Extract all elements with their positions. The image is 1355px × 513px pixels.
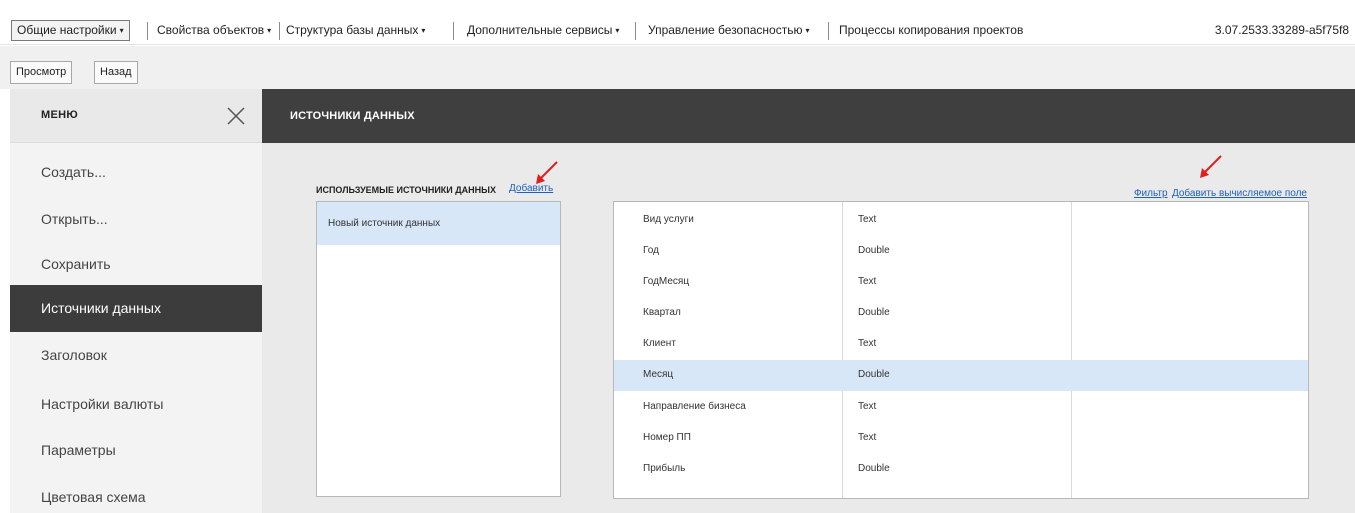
field-type: Text	[858, 401, 877, 412]
table-row[interactable]: Направление бизнеса Text	[614, 392, 1308, 423]
panel-header: ИСТОЧНИКИ ДАННЫХ	[262, 89, 1355, 143]
table-row[interactable]: Год Double	[614, 236, 1308, 267]
sources-list: Новый источник данных	[316, 201, 561, 497]
field-type: Text	[858, 214, 877, 225]
caret-down-icon: ▾	[421, 26, 426, 35]
field-name: Год	[643, 245, 659, 256]
data-sources-panel: ИСТОЧНИКИ ДАННЫХ ИСПОЛЬЗУЕМЫЕ ИСТОЧНИКИ …	[262, 89, 1355, 513]
page-title: ИСТОЧНИКИ ДАННЫХ	[290, 110, 415, 122]
field-type: Double	[858, 463, 890, 474]
sidebar-item-header[interactable]: Заголовок	[10, 332, 262, 379]
table-row[interactable]: ГодМесяц Text	[614, 267, 1308, 298]
menu-security[interactable]: Управление безопасностью ▾	[643, 20, 814, 41]
filter-link[interactable]: Фильтр	[1134, 188, 1168, 199]
menu-separator	[147, 22, 148, 40]
menu-db-structure[interactable]: Структура базы данных ▾	[281, 20, 430, 41]
back-button[interactable]: Назад	[94, 61, 138, 84]
field-actions: Фильтр Добавить вычисляемое поле	[1134, 183, 1307, 201]
table-row[interactable]: Квартал Double	[614, 298, 1308, 329]
menu-label: Управление безопасностью	[648, 23, 803, 37]
menu-object-properties[interactable]: Свойства объектов ▾	[152, 20, 276, 41]
annotation-arrow-icon	[1200, 155, 1222, 178]
field-type: Text	[858, 432, 877, 443]
field-name: Вид услуги	[643, 214, 694, 225]
menu-extra-services[interactable]: Дополнительные сервисы ▾	[462, 20, 624, 41]
field-name: Направление бизнеса	[643, 401, 746, 412]
field-name: ГодМесяц	[643, 276, 690, 287]
sidebar-item-data-sources[interactable]: Источники данных	[10, 285, 262, 332]
sidebar-header: МЕНЮ	[10, 89, 262, 143]
caret-down-icon: ▾	[615, 26, 620, 35]
fields-table: Вид услуги Text Год Double ГодМесяц Text Кв…	[613, 201, 1309, 499]
sidebar-title: МЕНЮ	[41, 109, 78, 121]
view-button[interactable]: Просмотр	[10, 61, 73, 84]
view-toolbar: Просмотр Назад	[0, 46, 1355, 89]
field-name: Клиент	[643, 338, 676, 349]
table-row-selected[interactable]: Месяц Double	[614, 360, 1308, 391]
menu-label: Общие настройки	[17, 23, 117, 37]
menu-separator	[828, 22, 829, 40]
table-row[interactable]: Вид услуги Text	[614, 205, 1308, 236]
caret-down-icon: ▾	[267, 26, 272, 35]
menu-label: Процессы копирования проектов	[839, 23, 1024, 37]
sidebar-menu: МЕНЮ Создать... Открыть... Сохранить Ист…	[10, 89, 262, 513]
list-item[interactable]: Новый источник данных	[317, 202, 560, 245]
caret-down-icon: ▾	[119, 26, 124, 35]
menu-separator	[279, 22, 280, 40]
field-type: Double	[858, 245, 890, 256]
sidebar-item-currency[interactable]: Настройки валюты	[10, 381, 262, 428]
top-menu-bar: Общие настройки ▾ Свойства объектов ▾ Стру…	[0, 9, 1355, 45]
field-type: Text	[858, 276, 877, 287]
annotation-arrow-icon	[536, 161, 558, 184]
menu-project-copy[interactable]: Процессы копирования проектов	[834, 20, 1028, 41]
menu-label: Дополнительные сервисы	[467, 23, 613, 37]
menu-label: Свойства объектов	[157, 23, 265, 37]
field-type: Double	[858, 369, 890, 380]
field-name: Квартал	[643, 307, 681, 318]
menu-general-settings[interactable]: Общие настройки ▾	[11, 20, 130, 41]
menu-label: Структура базы данных	[286, 23, 419, 37]
field-name: Номер ПП	[643, 432, 691, 443]
used-sources-label: ИСПОЛЬЗУЕМЫЕ ИСТОЧНИКИ ДАННЫХ	[316, 185, 496, 195]
sidebar-item-parameters[interactable]: Параметры	[10, 427, 262, 474]
field-type: Text	[858, 338, 877, 349]
close-icon[interactable]	[226, 106, 246, 126]
field-name: Месяц	[643, 369, 674, 380]
menu-separator	[635, 22, 636, 40]
sidebar-item-color-scheme[interactable]: Цветовая схема	[10, 474, 262, 513]
table-row[interactable]: Прибыль Double	[614, 454, 1308, 485]
caret-down-icon: ▾	[805, 26, 810, 35]
table-row[interactable]: Клиент Text	[614, 329, 1308, 360]
sidebar-item-save[interactable]: Сохранить	[10, 241, 262, 288]
sidebar-item-open[interactable]: Открыть...	[10, 196, 262, 243]
add-calculated-field-link[interactable]: Добавить вычисляемое поле	[1172, 188, 1307, 199]
field-name: Прибыль	[643, 463, 686, 474]
version-label: 3.07.2533.33289-a5f75f8	[1214, 23, 1349, 37]
table-row[interactable]: Номер ПП Text	[614, 423, 1308, 454]
menu-separator	[453, 22, 454, 40]
sidebar-item-create[interactable]: Создать...	[10, 149, 262, 196]
field-type: Double	[858, 307, 890, 318]
